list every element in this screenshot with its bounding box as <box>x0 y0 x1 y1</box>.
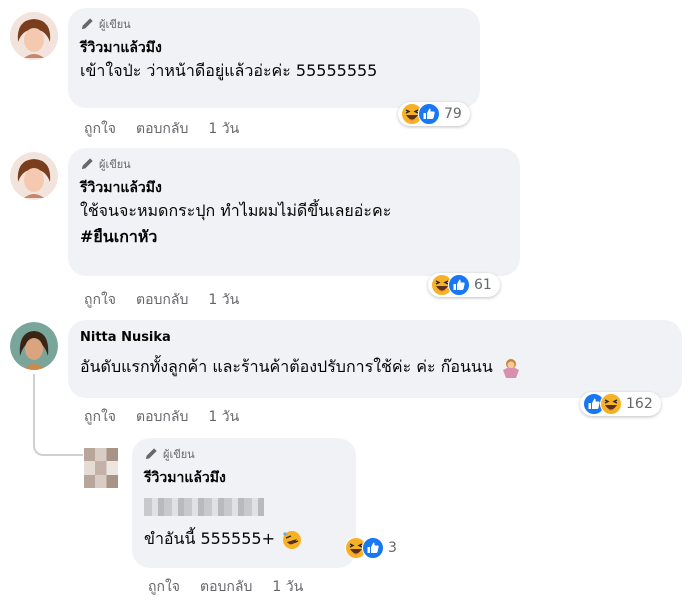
comment-bubble: ผู้เขียน รีวิวมาแล้วมึง ขำอันนี้ 555555+ <box>132 438 356 568</box>
pencil-icon <box>144 447 158 461</box>
comment-actions: ถูกใจ ตอบกลับ 1 วัน <box>84 406 239 428</box>
reaction-count: 61 <box>474 277 492 293</box>
commenter-name[interactable]: รีวิวมาแล้วมึง <box>80 178 508 198</box>
comment-text: ขำอันนี้ 555555+ <box>144 526 344 552</box>
commenter-name[interactable]: รีวิวมาแล้วมึง <box>144 468 344 488</box>
author-badge: ผู้เขียน <box>144 446 344 462</box>
reaction-summary[interactable]: 3 <box>342 536 405 560</box>
reply-link[interactable]: ตอบกลับ <box>200 576 252 598</box>
author-badge-label: ผู้เขียน <box>99 158 131 171</box>
reaction-summary[interactable]: 162 <box>580 392 661 416</box>
reaction-summary[interactable]: 61 <box>428 273 500 297</box>
comment-text: เข้าใจป่ะ ว่าหน้าดีอยู่แล้วอ่ะค่ะ 555555… <box>80 61 378 80</box>
author-badge: ผู้เขียน <box>80 156 508 172</box>
author-badge-label: ผู้เขียน <box>99 18 131 31</box>
comment-text: อันดับแรกทั้งลูกค้า และร้านค้าต้องปรับกา… <box>80 354 670 380</box>
author-badge: ผู้เขียน <box>80 16 468 32</box>
comment-actions: ถูกใจ ตอบกลับ 1 วัน <box>84 289 239 311</box>
like-link[interactable]: ถูกใจ <box>148 576 180 598</box>
commenter-name[interactable]: รีวิวมาแล้วมึง <box>80 38 468 58</box>
redacted-mention <box>144 498 264 516</box>
avatar-author[interactable] <box>10 12 58 60</box>
like-reaction-icon <box>448 274 470 296</box>
comment-bubble: ผู้เขียน รีวิวมาแล้วมึง ใช้จนจะหมดกระปุก… <box>68 148 520 276</box>
like-link[interactable]: ถูกใจ <box>84 118 116 140</box>
like-link[interactable]: ถูกใจ <box>84 289 116 311</box>
avatar-blurred[interactable] <box>84 448 118 488</box>
reply-link[interactable]: ตอบกลับ <box>136 406 188 428</box>
comment-text: ใช้จนจะหมดกระปุก ทำไมผมไม่ดีขึ้นเลยอ่ะคะ <box>80 201 392 220</box>
reaction-count: 79 <box>444 106 462 122</box>
like-link[interactable]: ถูกใจ <box>84 406 116 428</box>
pencil-icon <box>80 157 94 171</box>
avatar-commenter[interactable] <box>10 322 58 370</box>
comment-text-content: ขำอันนี้ 555555+ <box>144 529 275 548</box>
haha-reaction-icon <box>600 393 622 415</box>
timestamp[interactable]: 1 วัน <box>208 406 239 428</box>
comment-bubble: ผู้เขียน รีวิวมาแล้วมึง เข้าใจป่ะ ว่าหน้… <box>68 8 480 108</box>
avatar-author[interactable] <box>10 152 58 200</box>
comment-bubble: Nitta Nusika อันดับแรกทั้งลูกค้า และร้าน… <box>68 320 682 398</box>
comment-actions: ถูกใจ ตอบกลับ 1 วัน <box>84 118 239 140</box>
reply-link[interactable]: ตอบกลับ <box>136 118 188 140</box>
like-reaction-icon <box>362 537 384 559</box>
rofl-emoji <box>282 530 302 550</box>
comment-text-content: อันดับแรกทั้งลูกค้า และร้านค้าต้องปรับกา… <box>80 357 493 376</box>
timestamp[interactable]: 1 วัน <box>208 289 239 311</box>
timestamp[interactable]: 1 วัน <box>208 118 239 140</box>
like-reaction-icon <box>418 103 440 125</box>
woman-shrugging-emoji <box>502 358 520 378</box>
commenter-name[interactable]: Nitta Nusika <box>80 328 670 348</box>
reaction-summary[interactable]: 79 <box>398 102 470 126</box>
reaction-count: 162 <box>626 396 653 412</box>
hashtag-link[interactable]: #ยืนเกาหัว <box>80 224 508 250</box>
reply-link[interactable]: ตอบกลับ <box>136 289 188 311</box>
pencil-icon <box>80 17 94 31</box>
comment-actions: ถูกใจ ตอบกลับ 1 วัน <box>148 576 303 598</box>
author-badge-label: ผู้เขียน <box>163 448 195 461</box>
timestamp[interactable]: 1 วัน <box>272 576 303 598</box>
reaction-count: 3 <box>388 540 397 556</box>
